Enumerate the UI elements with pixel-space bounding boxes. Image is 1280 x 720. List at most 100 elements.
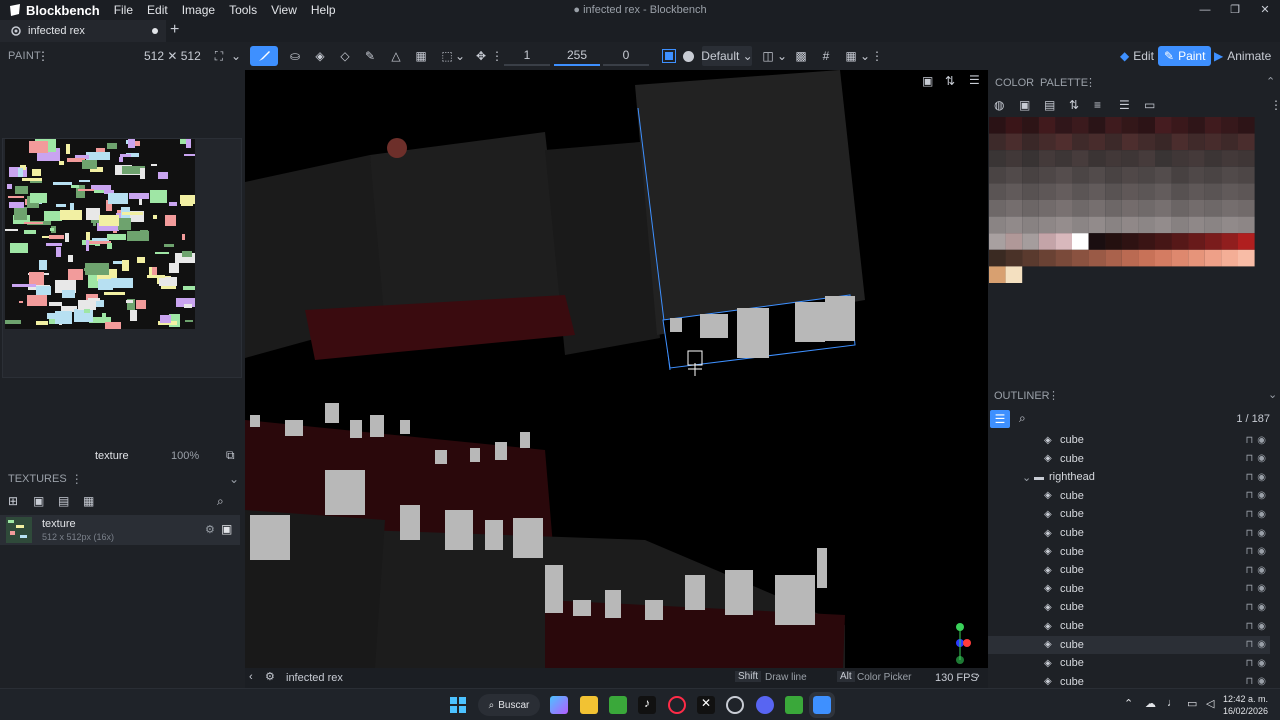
palette-swatch[interactable]	[1055, 183, 1072, 200]
lock-icon[interactable]: ⊓	[1245, 528, 1253, 539]
palette-swatch[interactable]	[1105, 249, 1122, 267]
project-tab[interactable]: infected rex	[0, 20, 166, 42]
outliner-cube[interactable]: ◈ cube ⊓ ◉	[988, 543, 1270, 561]
palette-swatch[interactable]	[1188, 150, 1205, 167]
palette-swatch[interactable]	[1038, 117, 1056, 134]
palette-swatch[interactable]	[1072, 216, 1089, 234]
visibility-icon[interactable]: ◉	[1257, 565, 1266, 576]
animate-mode-button[interactable]: ▶ Animate	[1208, 46, 1277, 66]
square-brush-icon[interactable]	[660, 46, 678, 66]
minimize-button[interactable]: —	[1190, 0, 1220, 20]
palette-swatch[interactable]	[1238, 117, 1255, 134]
outliner-cube[interactable]: ◈ cube ⊓ ◉	[988, 673, 1270, 688]
palette-swatch[interactable]	[1188, 133, 1205, 151]
outliner-cube[interactable]: ◈ cube ⊓ ◉	[988, 580, 1270, 598]
import-texture-icon[interactable]: ▣	[33, 494, 44, 508]
lock-icon[interactable]: ⊓	[1245, 658, 1253, 669]
lock-icon[interactable]: ⊓	[1245, 565, 1253, 576]
file-explorer-icon[interactable]	[580, 696, 598, 714]
palette-swatch[interactable]	[1155, 150, 1172, 167]
palette-swatch[interactable]	[1088, 233, 1106, 250]
palette-swatch[interactable]	[1238, 183, 1255, 200]
palette-swatch[interactable]	[1005, 117, 1023, 134]
palette-swatch[interactable]	[1204, 150, 1222, 167]
outliner-cube[interactable]: ◈ cube ⊓ ◉	[988, 450, 1270, 468]
visibility-icon[interactable]: ◉	[1257, 472, 1266, 483]
microphone-icon[interactable]: ♩	[1167, 697, 1178, 709]
palette-swatch[interactable]	[1121, 216, 1139, 234]
visibility-icon[interactable]: ◉	[1257, 509, 1266, 520]
outliner-list-icon[interactable]: ☰	[990, 410, 1010, 428]
palette-swatch[interactable]	[1088, 183, 1106, 200]
palette-swatch[interactable]	[1171, 216, 1189, 234]
palette-swatch[interactable]	[1072, 133, 1089, 151]
palette-swatch[interactable]	[1038, 183, 1056, 200]
palette-swatch[interactable]	[1221, 166, 1238, 184]
sort-palette-icon[interactable]: ⇅	[1069, 98, 1079, 112]
outliner-cube[interactable]: ◈ cube ⊓ ◉	[988, 431, 1270, 449]
palette-swatch[interactable]	[1038, 200, 1056, 217]
lock-icon[interactable]: ⊓	[1245, 602, 1253, 613]
maximize-button[interactable]: ❐	[1220, 0, 1250, 20]
visibility-icon[interactable]: ◉	[1257, 546, 1266, 557]
palette-swatch[interactable]	[1088, 133, 1106, 151]
palette-swatch[interactable]	[1221, 183, 1238, 200]
load-texture-icon[interactable]: ▤	[58, 494, 69, 508]
palette-swatch[interactable]	[1055, 249, 1072, 267]
palette-swatch[interactable]	[1105, 183, 1122, 200]
mirror-dropdown-icon[interactable]: ⌄	[777, 46, 787, 66]
palette-swatch[interactable]	[1155, 166, 1172, 184]
palette-overflow-icon[interactable]: ⋮	[1270, 98, 1280, 112]
lock-icon[interactable]: ⊓	[1245, 453, 1253, 464]
palette-swatch[interactable]	[1055, 216, 1072, 234]
visibility-icon[interactable]: ◉	[1257, 435, 1266, 446]
palette-swatch[interactable]	[1155, 183, 1172, 200]
layout-icon[interactable]: ▦	[843, 46, 859, 66]
palette-swatch[interactable]	[1171, 183, 1189, 200]
brush-size-input[interactable]: 1	[504, 46, 550, 66]
palette-swatch[interactable]	[1138, 150, 1155, 167]
chevron-down-icon[interactable]: ⌄	[230, 46, 242, 66]
chevron-right-icon[interactable]: ›	[976, 670, 980, 682]
toolbar-more-icon[interactable]: ⋮	[491, 46, 503, 66]
palette-swatch[interactable]	[1188, 216, 1205, 234]
palette-icon[interactable]: ◍	[994, 98, 1004, 112]
palette-swatch[interactable]	[1121, 200, 1139, 217]
palette-swatch[interactable]	[1121, 249, 1139, 267]
palette-swatch[interactable]	[1088, 117, 1106, 134]
palette-swatch[interactable]	[1105, 133, 1122, 151]
app-icon[interactable]	[785, 696, 803, 714]
lock-icon[interactable]: ⊓	[1245, 509, 1253, 520]
outliner-cube[interactable]: ◈ cube ⊓ ◉	[988, 598, 1270, 616]
palette-swatch[interactable]	[1072, 233, 1089, 250]
palette-swatch[interactable]	[1121, 166, 1139, 184]
palette-swatch[interactable]	[1072, 117, 1089, 134]
palette-swatch[interactable]	[1055, 117, 1072, 134]
palette-swatch[interactable]	[1138, 117, 1155, 134]
mirror-paint-icon[interactable]: ◫	[760, 46, 776, 66]
texture-list-item[interactable]: texture 512 x 512px (16x) ⚙ ▣	[0, 515, 240, 545]
new-tab-button[interactable]: +	[170, 21, 179, 39]
close-button[interactable]: ✕	[1250, 0, 1280, 20]
palette-swatch[interactable]	[1171, 117, 1189, 134]
palette-swatch[interactable]	[1155, 200, 1172, 217]
palette-swatch[interactable]	[1155, 249, 1172, 267]
chevron-down-icon[interactable]: ⌄	[229, 472, 239, 486]
palette-swatch[interactable]	[1088, 166, 1106, 184]
palette-swatch[interactable]	[1022, 233, 1039, 250]
palette-swatch[interactable]	[1204, 216, 1222, 234]
palette-swatch[interactable]	[1221, 249, 1238, 267]
palette-swatch[interactable]	[1055, 166, 1072, 184]
chevron-down-icon[interactable]: ⌄	[1268, 388, 1277, 401]
palette-swatch[interactable]	[1022, 166, 1039, 184]
cloud-icon[interactable]: ☁	[1145, 697, 1156, 710]
palette-swatch[interactable]	[989, 166, 1006, 184]
palette-swatch[interactable]	[1072, 200, 1089, 217]
menu-edit[interactable]: Edit	[147, 3, 168, 17]
palette-swatch[interactable]	[1238, 133, 1255, 151]
palette-swatch[interactable]	[989, 183, 1006, 200]
palette-swatch[interactable]	[989, 150, 1006, 167]
palette-swatch[interactable]	[1072, 150, 1089, 167]
palette-swatch[interactable]	[1022, 133, 1039, 151]
minecraft-icon[interactable]	[609, 696, 627, 714]
